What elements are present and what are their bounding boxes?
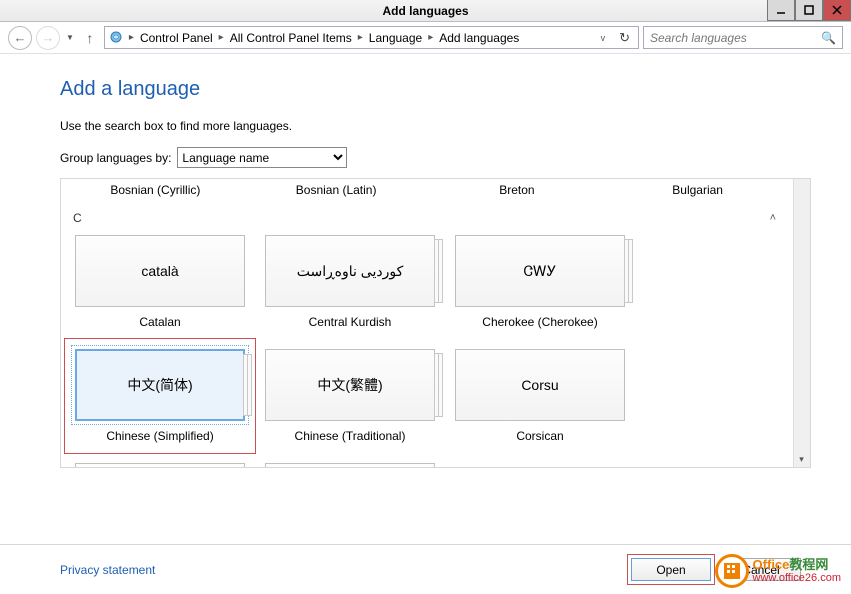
tile-card: كورديی ناوەڕاست bbox=[265, 235, 435, 307]
language-tile-cherokee[interactable]: ᏣᎳᎩ Cherokee (Cherokee) bbox=[455, 235, 625, 329]
language-list: Bosnian (Cyrillic) Bosnian (Latin) Breto… bbox=[60, 178, 811, 468]
close-button[interactable] bbox=[823, 0, 851, 21]
footer: Privacy statement Open Cancel bbox=[0, 544, 851, 594]
tile-card: català bbox=[75, 235, 245, 307]
group-by-label: Group languages by: bbox=[60, 151, 171, 165]
history-dropdown-icon[interactable]: ▼ bbox=[64, 33, 76, 42]
tile-grid-c: català Catalan كورديی ناوەڕاست Central K… bbox=[69, 229, 784, 467]
language-tile-central-kurdish[interactable]: كورديی ناوەڕاست Central Kurdish bbox=[265, 235, 435, 329]
tile-label: Chinese (Simplified) bbox=[75, 429, 245, 443]
chevron-up-icon[interactable]: ˄ bbox=[770, 212, 780, 224]
tile-label: Chinese (Traditional) bbox=[265, 429, 435, 443]
location-icon bbox=[107, 29, 125, 47]
window-buttons bbox=[767, 0, 851, 21]
chevron-right-icon[interactable]: ▸ bbox=[426, 32, 435, 43]
breadcrumb-item[interactable]: All Control Panel Items bbox=[228, 31, 354, 45]
language-tile-chinese-traditional[interactable]: 中文(繁體) Chinese (Traditional) bbox=[265, 349, 435, 443]
language-tile-czech[interactable]: čeština Czech bbox=[265, 463, 435, 467]
tile-card: čeština bbox=[265, 463, 435, 467]
language-tile-catalan[interactable]: català Catalan bbox=[75, 235, 245, 329]
language-label: Bosnian (Latin) bbox=[270, 183, 403, 197]
language-tile-chinese-simplified[interactable]: 中文(简体) Chinese (Simplified) bbox=[75, 349, 245, 443]
tile-card: Corsu bbox=[455, 349, 625, 421]
tile-card: ᏣᎳᎩ bbox=[455, 235, 625, 307]
scroll-down-icon[interactable]: ▾ bbox=[795, 454, 808, 465]
privacy-link[interactable]: Privacy statement bbox=[60, 563, 155, 577]
tile-label: Catalan bbox=[75, 315, 245, 329]
group-by-select[interactable]: Language name bbox=[177, 147, 347, 168]
search-input[interactable]: Search languages 🔍 bbox=[643, 26, 843, 49]
help-text: Use the search box to find more language… bbox=[60, 119, 811, 133]
partial-row-top: Bosnian (Cyrillic) Bosnian (Latin) Breto… bbox=[69, 179, 784, 205]
language-label: Breton bbox=[451, 183, 584, 197]
language-label: Bulgarian bbox=[631, 183, 764, 197]
forward-button[interactable]: → bbox=[36, 26, 60, 50]
cancel-button[interactable]: Cancel bbox=[721, 558, 801, 581]
address-bar[interactable]: ▸ Control Panel ▸ All Control Panel Item… bbox=[104, 26, 639, 49]
back-button[interactable]: ← bbox=[8, 26, 32, 50]
tile-label: Central Kurdish bbox=[265, 315, 435, 329]
tile-card: 中文(繁體) bbox=[265, 349, 435, 421]
chevron-right-icon[interactable]: ▸ bbox=[127, 32, 136, 43]
search-icon[interactable]: 🔍 bbox=[821, 31, 836, 45]
title-bar: Add languages bbox=[0, 0, 851, 22]
breadcrumb-item[interactable]: Add languages bbox=[437, 31, 521, 45]
navigation-bar: ← → ▼ ↑ ▸ Control Panel ▸ All Control Pa… bbox=[0, 22, 851, 54]
section-header-c[interactable]: C ˄ bbox=[69, 205, 784, 229]
page-title: Add a language bbox=[60, 78, 811, 101]
scrollbar[interactable]: ▾ bbox=[793, 179, 810, 467]
language-label: Bosnian (Cyrillic) bbox=[89, 183, 222, 197]
address-dropdown-icon[interactable]: v bbox=[595, 33, 612, 43]
chevron-right-icon[interactable]: ▸ bbox=[356, 32, 365, 43]
breadcrumb-item[interactable]: Control Panel bbox=[138, 31, 215, 45]
tile-label: Corsican bbox=[455, 429, 625, 443]
content-area: Add a language Use the search box to fin… bbox=[0, 54, 851, 544]
open-button[interactable]: Open bbox=[631, 558, 711, 581]
language-tile-croatian[interactable]: hrvatski Croatian bbox=[75, 463, 245, 467]
tile-card: 中文(简体) bbox=[75, 349, 245, 421]
chevron-right-icon[interactable]: ▸ bbox=[217, 32, 226, 43]
tile-label: Cherokee (Cherokee) bbox=[455, 315, 625, 329]
maximize-button[interactable] bbox=[795, 0, 823, 21]
breadcrumb-item[interactable]: Language bbox=[367, 31, 424, 45]
search-placeholder: Search languages bbox=[650, 31, 747, 45]
minimize-button[interactable] bbox=[767, 0, 795, 21]
section-letter: C bbox=[73, 211, 82, 225]
language-tile-corsican[interactable]: Corsu Corsican bbox=[455, 349, 625, 443]
up-button[interactable]: ↑ bbox=[80, 30, 100, 46]
refresh-icon[interactable]: ↻ bbox=[613, 30, 636, 46]
group-by-row: Group languages by: Language name bbox=[60, 147, 811, 168]
window-title: Add languages bbox=[382, 4, 468, 18]
tile-card: hrvatski bbox=[75, 463, 245, 467]
